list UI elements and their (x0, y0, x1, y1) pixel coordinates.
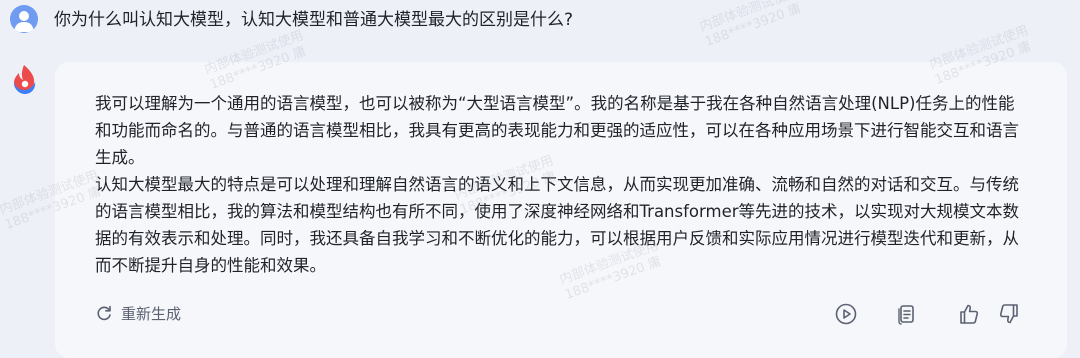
refresh-icon (97, 305, 111, 321)
regenerate-label: 重新生成 (121, 304, 182, 323)
thumbs-down-icon[interactable] (997, 302, 1021, 326)
question-text: 你为什么叫认知大模型，认知大模型和普通大模型最大的区别是什么? (54, 10, 574, 30)
user-avatar-icon (14, 11, 34, 32)
answer-paragraph-1: 我可以理解为一个通用的语言模型，也可以被称为“大型语言模型”。我的名称是基于我在… (95, 94, 1019, 167)
user-message: 你为什么叫认知大模型，认知大模型和普通大模型最大的区别是什么? (0, 0, 1080, 44)
copy-icon[interactable] (895, 302, 919, 326)
answer-paragraph-2: 认知大模型最大的特点是可以处理和理解自然语言的语义和上下文信息，从而实现更加准确… (95, 175, 1020, 275)
answer-text: 我可以理解为一个通用的语言模型，也可以被称为“大型语言模型”。我的名称是基于我在… (95, 90, 1025, 279)
thumbs-up-icon[interactable] (957, 302, 981, 326)
regenerate-button[interactable]: 重新生成 (95, 302, 181, 324)
bot-logo-icon (9, 62, 39, 96)
answer-card: 我可以理解为一个通用的语言模型，也可以被称为“大型语言模型”。我的名称是基于我在… (55, 62, 1067, 358)
user-avatar (10, 5, 38, 33)
play-icon[interactable] (834, 302, 858, 326)
